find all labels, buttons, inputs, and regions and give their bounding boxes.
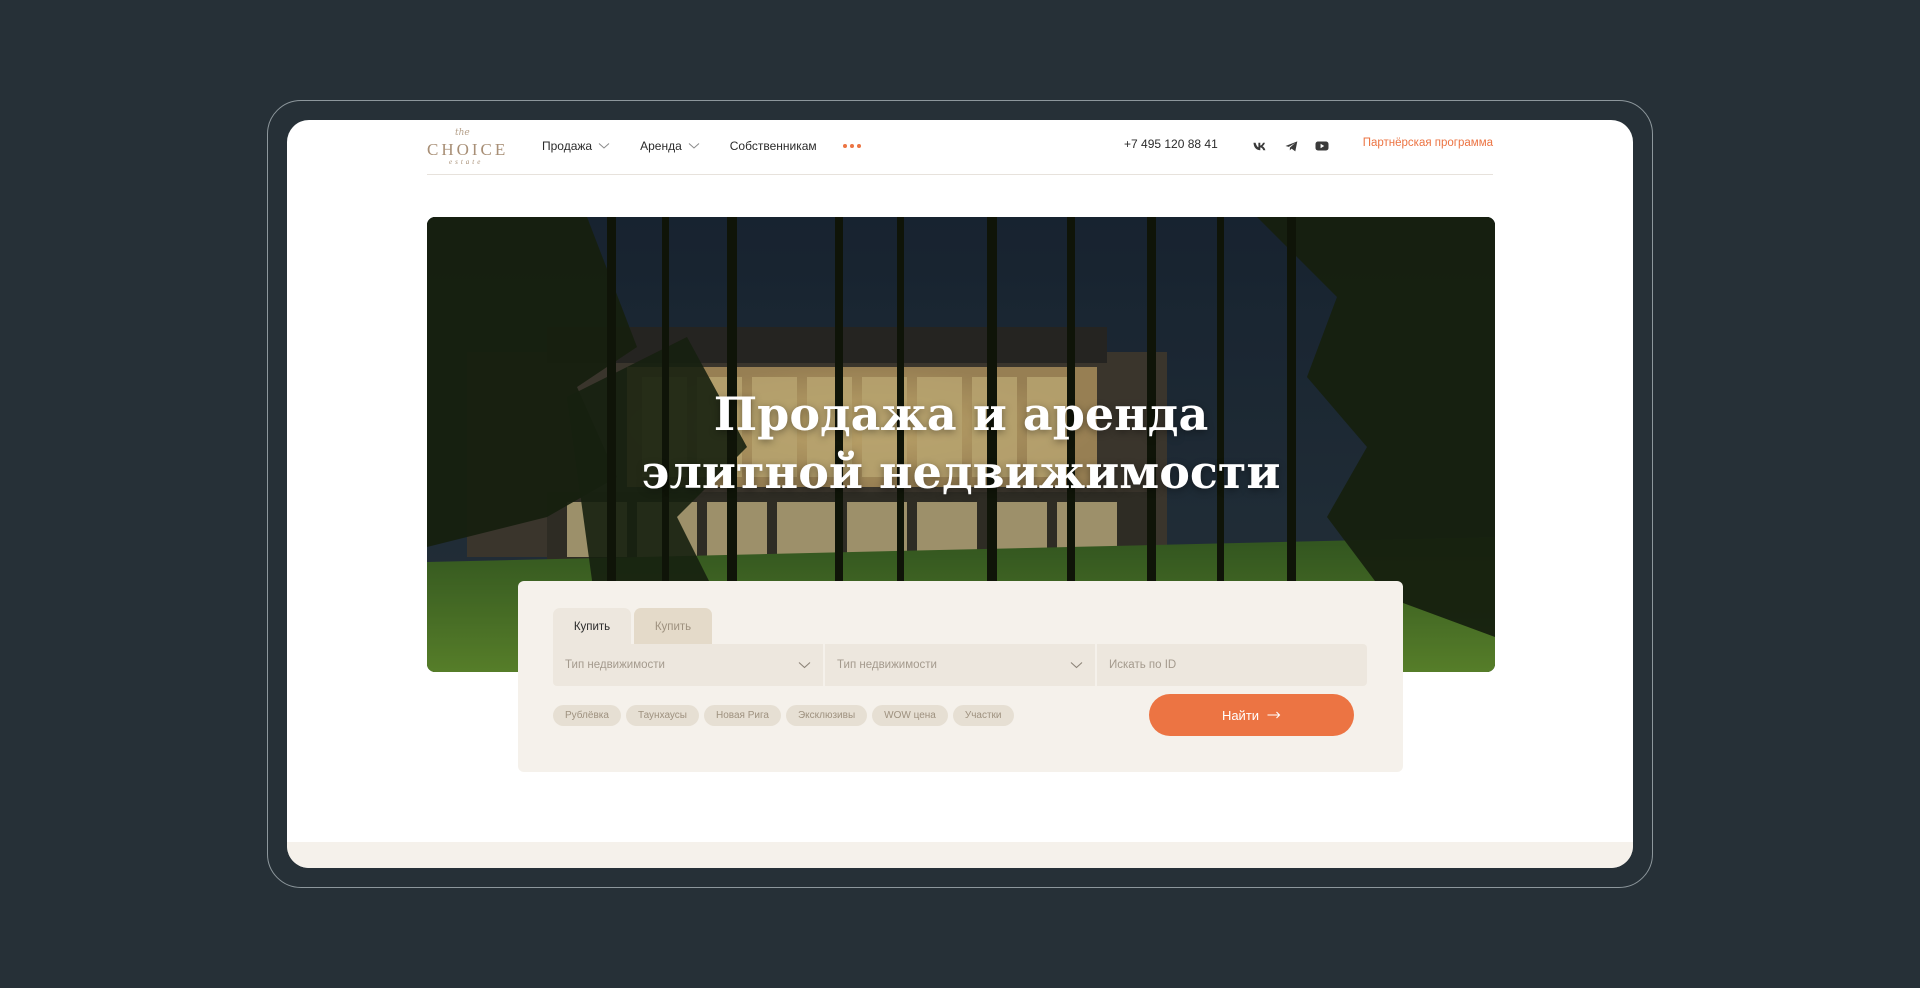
property-type-select-2[interactable]: Тип недвижимости (825, 644, 1095, 686)
chip-townhouses[interactable]: Таунхаусы (625, 705, 699, 726)
chip-exclusives[interactable]: Эксклюзивы (785, 705, 868, 726)
social-links (1250, 136, 1332, 156)
chip-novaya-riga[interactable]: Новая Рига (703, 705, 781, 726)
logo-subtitle: estate (449, 158, 484, 166)
tab-buy[interactable]: Купить (553, 608, 631, 645)
next-section-strip (287, 842, 1633, 868)
property-type-select-2-value: Тип недвижимости (837, 659, 937, 671)
nav-item-label: Аренда (640, 139, 682, 153)
vk-icon[interactable] (1250, 136, 1270, 156)
site-header: the CHOICE estate Продажа Аренда Собстве… (427, 120, 1493, 175)
search-card: Купить Купить Тип недвижимости Тип недви… (518, 581, 1403, 772)
chip-rublevka[interactable]: Рублёвка (553, 705, 621, 726)
nav-item-label: Собственникам (729, 139, 817, 153)
nav-item-owners[interactable]: Собственникам (730, 139, 817, 153)
search-fields: Тип недвижимости Тип недвижимости (553, 644, 1367, 686)
find-button[interactable]: Найти (1149, 694, 1354, 736)
logo-wordmark: CHOICE (427, 140, 509, 159)
more-dots-icon[interactable] (842, 144, 861, 148)
tab-buy-secondary[interactable]: Купить (634, 608, 712, 645)
nav-item-rent[interactable]: Аренда (640, 139, 700, 153)
chevron-down-icon (688, 143, 700, 149)
quick-filter-chips: Рублёвка Таунхаусы Новая Рига Эксклюзивы… (553, 705, 1014, 726)
phone-link[interactable]: +7 495 120 88 41 (1124, 137, 1218, 151)
id-search-field (1097, 644, 1367, 686)
chip-plots[interactable]: Участки (952, 705, 1014, 726)
website-screen: the CHOICE estate Продажа Аренда Собстве… (287, 120, 1633, 868)
youtube-icon[interactable] (1312, 136, 1332, 156)
search-tabs: Купить Купить (553, 608, 712, 645)
arrow-right-icon (1267, 711, 1281, 719)
logo[interactable]: the CHOICE estate (427, 128, 519, 168)
chevron-down-icon (1070, 662, 1083, 669)
chip-wow-price[interactable]: WOW цена (872, 705, 948, 726)
main-nav: Продажа Аренда Собственникам (542, 120, 861, 172)
nav-item-label: Продажа (542, 139, 593, 153)
id-search-input[interactable] (1109, 659, 1355, 671)
hero-title: Продажа и аренда элитной недвижимости (427, 385, 1495, 501)
telegram-icon[interactable] (1281, 136, 1301, 156)
hero-title-line2: элитной недвижимости (641, 445, 1281, 499)
partner-program-link[interactable]: Партнёрская программа (1363, 137, 1493, 149)
property-type-select-value: Тип недвижимости (565, 659, 665, 671)
logo-script: the (455, 128, 470, 138)
nav-item-sale[interactable]: Продажа (542, 139, 610, 153)
property-type-select[interactable]: Тип недвижимости (553, 644, 823, 686)
chevron-down-icon (798, 662, 811, 669)
find-button-label: Найти (1221, 707, 1260, 723)
chevron-down-icon (598, 143, 610, 149)
hero-title-line1: Продажа и аренда (713, 387, 1209, 441)
